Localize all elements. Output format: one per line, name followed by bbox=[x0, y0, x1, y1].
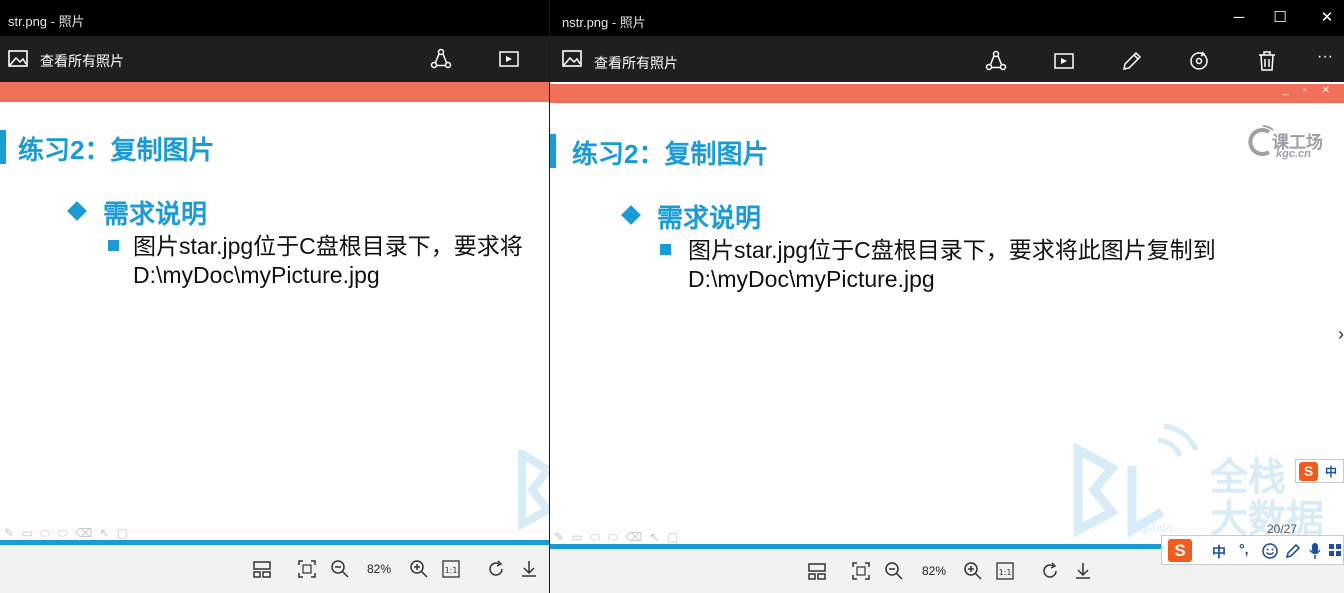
rotate-right-icon[interactable] bbox=[1040, 561, 1060, 581]
slide-body-line-2: D:\myDoc\myPicture.jpg bbox=[133, 262, 380, 288]
rotate-right-icon[interactable] bbox=[486, 559, 506, 579]
slide-header-bar: _ ▫ ✕ bbox=[550, 84, 1344, 103]
save-icon[interactable] bbox=[1073, 561, 1093, 581]
photo-icon[interactable] bbox=[562, 50, 582, 67]
ime-punctuation[interactable]: °, bbox=[1239, 541, 1249, 557]
edit-icon[interactable] bbox=[1120, 49, 1144, 73]
slideshow-icon[interactable] bbox=[1052, 49, 1076, 73]
slide-body-line-2: D:\myDoc\myPicture.jpg bbox=[688, 266, 935, 292]
toolbar: 查看所有照片 ··· bbox=[550, 36, 1344, 82]
minimize-button[interactable]: ─ bbox=[1229, 8, 1249, 28]
pen-tools-icon: ✎ ▭ ⬭ ⬭ ⌫ ↖ ▢ bbox=[554, 530, 681, 544]
slide-window-controls: _ ▫ ✕ bbox=[1282, 85, 1336, 96]
maximize-button[interactable]: ☐ bbox=[1270, 8, 1290, 28]
watermark-small-text: BigData bbox=[1130, 520, 1173, 534]
photos-window-right: nstr.png - 照片 ─ ☐ ✕ 查看所有照片 ··· _ ▫ ✕ 练习2… bbox=[550, 0, 1344, 593]
watermark-logo-icon bbox=[518, 450, 549, 530]
image-canvas[interactable]: 练习2：复制图片 需求说明 图片star.jpg位于C盘根目录下，要求将 D:\… bbox=[0, 82, 549, 545]
fullscreen-icon[interactable] bbox=[297, 559, 317, 579]
sogou-logo-icon: S bbox=[1299, 462, 1318, 481]
slide-title: 练习2：复制图片 bbox=[18, 135, 215, 165]
kgc-logo-subtext: kgc.cn bbox=[1276, 148, 1311, 160]
share-icon[interactable] bbox=[984, 49, 1008, 73]
window-title: nstr.png - 照片 bbox=[562, 15, 646, 30]
close-button[interactable]: ✕ bbox=[1317, 8, 1337, 28]
title-bar[interactable]: nstr.png - 照片 ─ ☐ ✕ bbox=[550, 0, 1344, 36]
sogou-logo-icon: S bbox=[1168, 539, 1192, 562]
filmstrip-icon[interactable] bbox=[807, 561, 827, 581]
delete-icon[interactable] bbox=[1255, 49, 1279, 73]
slideshow-icon[interactable] bbox=[497, 47, 521, 71]
svg-text:1:1: 1:1 bbox=[999, 568, 1012, 577]
slide-heading: 需求说明 bbox=[657, 203, 762, 233]
slide-title: 练习2：复制图片 bbox=[572, 139, 769, 169]
bottom-toolbar: 82% 1:1 bbox=[0, 545, 549, 593]
rotate-icon[interactable] bbox=[1187, 49, 1211, 73]
photo-icon[interactable] bbox=[8, 50, 28, 67]
slide-heading: 需求说明 bbox=[103, 199, 208, 229]
filmstrip-icon[interactable] bbox=[252, 559, 272, 579]
ime-mini-bar[interactable]: S 中 bbox=[1295, 459, 1344, 483]
save-icon[interactable] bbox=[519, 559, 539, 579]
pen-tools-icon: ✎ ▭ ⬭ ⬭ ⌫ ↖ ▢ bbox=[4, 526, 131, 540]
toolbar: 查看所有照片 bbox=[0, 36, 549, 82]
ime-mode-label[interactable]: 中 bbox=[1325, 463, 1337, 480]
handwriting-icon[interactable] bbox=[1285, 543, 1301, 559]
diamond-bullet-icon bbox=[621, 205, 641, 225]
image-canvas[interactable]: _ ▫ ✕ 练习2：复制图片 课工场 kgc.cn 需求说明 图片star.jp… bbox=[550, 84, 1344, 549]
zoom-level: 82% bbox=[922, 564, 947, 578]
zoom-out-icon[interactable] bbox=[330, 559, 350, 579]
zoom-in-icon[interactable] bbox=[409, 559, 429, 579]
microphone-icon[interactable] bbox=[1308, 542, 1322, 560]
slide-header-bar bbox=[0, 82, 549, 102]
next-arrow-icon[interactable]: › bbox=[1338, 324, 1344, 345]
page-number: 20/27 bbox=[1267, 522, 1298, 536]
diamond-bullet-icon bbox=[67, 201, 87, 221]
emoji-icon[interactable] bbox=[1262, 543, 1278, 559]
title-bar[interactable]: str.png - 照片 bbox=[0, 0, 549, 36]
square-bullet-icon bbox=[108, 240, 119, 251]
view-all-photos-link[interactable]: 查看所有照片 bbox=[40, 51, 124, 71]
ime-toolbar[interactable]: S 中 °, bbox=[1161, 535, 1344, 565]
zoom-in-icon[interactable] bbox=[963, 561, 983, 581]
share-icon[interactable] bbox=[429, 47, 453, 71]
window-title: str.png - 照片 bbox=[8, 14, 85, 29]
svg-text:1:1: 1:1 bbox=[445, 566, 458, 575]
actual-size-icon[interactable]: 1:1 bbox=[441, 559, 461, 579]
toolbox-icon[interactable] bbox=[1328, 543, 1342, 557]
zoom-out-icon[interactable] bbox=[884, 561, 904, 581]
square-bullet-icon bbox=[660, 244, 671, 255]
photos-window-left: str.png - 照片 查看所有照片 练习2：复制图片 需求说明 图片star… bbox=[0, 0, 550, 593]
title-accent-bar bbox=[0, 130, 6, 164]
zoom-level: 82% bbox=[367, 562, 392, 576]
ime-chinese-mode[interactable]: 中 bbox=[1212, 542, 1226, 562]
more-icon[interactable]: ··· bbox=[1313, 48, 1337, 72]
slide-body-line-1: 图片star.jpg位于C盘根目录下，要求将此图片复制到 bbox=[688, 237, 1216, 263]
actual-size-icon[interactable]: 1:1 bbox=[995, 561, 1015, 581]
slide-body-line-1: 图片star.jpg位于C盘根目录下，要求将 bbox=[133, 233, 523, 259]
fullscreen-icon[interactable] bbox=[851, 561, 871, 581]
view-all-photos-link[interactable]: 查看所有照片 bbox=[594, 53, 678, 73]
title-accent-bar bbox=[550, 134, 556, 168]
